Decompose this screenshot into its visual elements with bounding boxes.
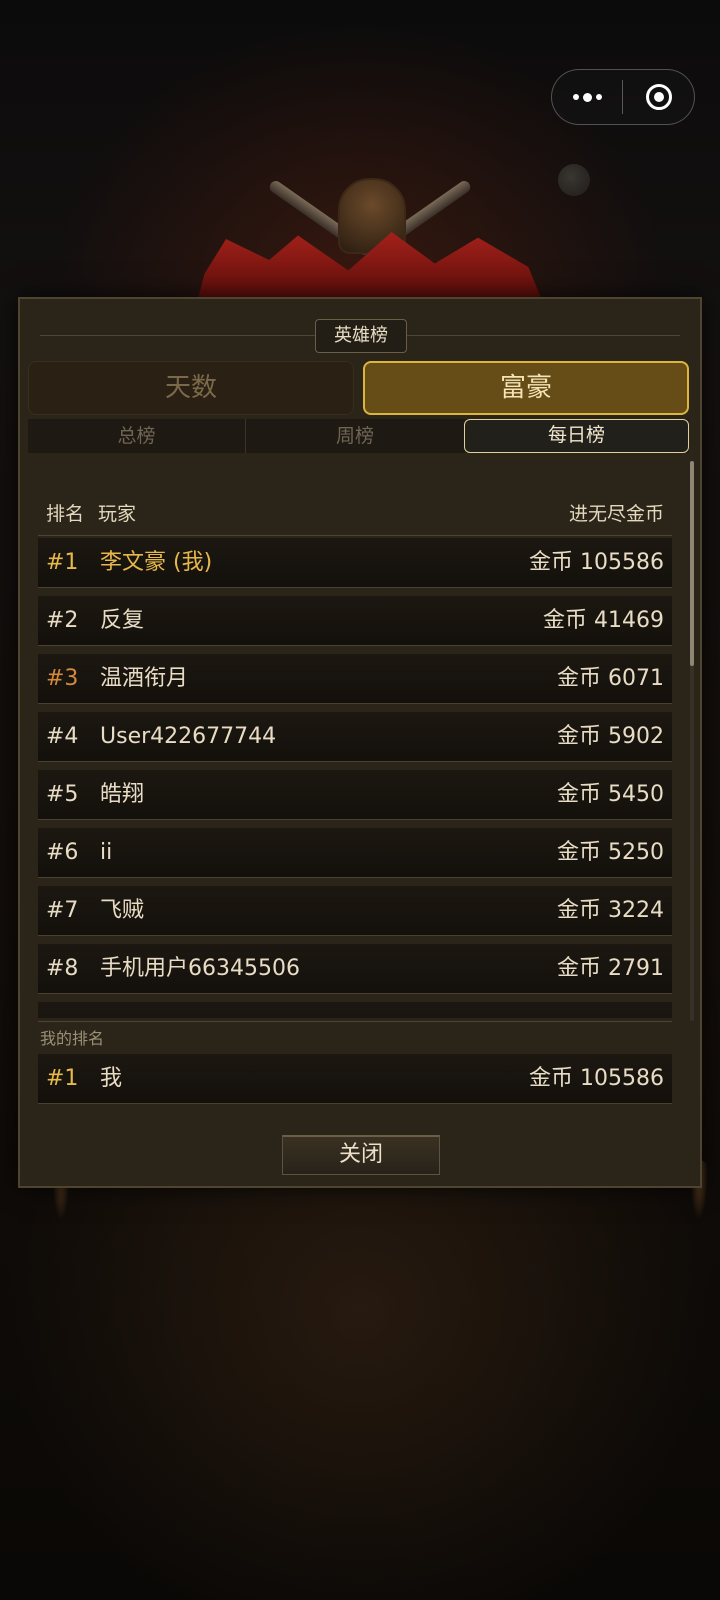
tab-days[interactable]: 天数 [28, 361, 354, 415]
my-rank-number: #1 [46, 1066, 79, 1091]
row-gold: 金币 5450 [557, 782, 664, 807]
row-gold: 金币 41469 [543, 608, 664, 633]
subtab-weekly[interactable]: 周榜 [246, 419, 464, 453]
subtab-total[interactable]: 总榜 [28, 419, 246, 453]
row-player: 反复 [100, 608, 145, 633]
row-player: User422677744 [100, 724, 277, 749]
row-rank: #1 [46, 550, 79, 575]
row-gold: 金币 5250 [557, 840, 664, 865]
header-player: 玩家 [98, 503, 137, 525]
table-row: #2 反复 金币 41469 [38, 596, 672, 646]
table-row: #4 User422677744 金币 5902 [38, 712, 672, 762]
my-rank-player: 我 [100, 1066, 123, 1091]
tab-rich[interactable]: 富豪 [363, 361, 689, 415]
row-rank: #8 [46, 956, 79, 981]
table-row: #7 飞贼 金币 3224 [38, 886, 672, 936]
header-rank: 排名 [46, 503, 85, 525]
miniprogram-capsule [551, 69, 695, 125]
ranking-list[interactable]: #1 李文豪 (我) 金币 105586 #2 反复 金币 41469 #3 温… [38, 538, 672, 1018]
exit-button[interactable] [623, 84, 694, 110]
row-player: 温酒衔月 [100, 666, 189, 691]
row-rank: #5 [46, 782, 79, 807]
scrollbar[interactable] [690, 461, 694, 1021]
row-rank: #2 [46, 608, 79, 633]
my-rank-divider [38, 1021, 672, 1022]
row-gold: 金币 2791 [557, 956, 664, 981]
moon-decoration [558, 164, 590, 196]
my-rank-row: #1 我 金币 105586 [38, 1054, 672, 1104]
more-dots-icon [582, 92, 592, 102]
my-rank-gold: 金币 105586 [529, 1066, 664, 1091]
row-gold: 金币 105586 [529, 550, 664, 575]
target-circle-icon [645, 84, 672, 110]
table-row: #8 手机用户66345506 金币 2791 [38, 944, 672, 994]
row-player: ii [100, 840, 113, 865]
row-rank: #7 [46, 898, 79, 923]
subtab-daily[interactable]: 每日榜 [464, 419, 689, 453]
row-player: 手机用户66345506 [100, 956, 300, 981]
sub-tab-bar: 总榜 周榜 每日榜 [28, 419, 689, 453]
row-rank: #3 [46, 666, 79, 691]
header-gold: 进无尽金币 [568, 503, 664, 525]
scrollbar-thumb[interactable] [690, 461, 694, 666]
leaderboard-dialog: 英雄榜 天数 富豪 总榜 周榜 每日榜 排名 玩家 进无尽金币 #1 李文豪 (… [18, 297, 702, 1188]
game-logo [190, 172, 550, 302]
table-row: #1 李文豪 (我) 金币 105586 [38, 538, 672, 588]
row-rank: #4 [46, 724, 79, 749]
row-gold: 金币 6071 [557, 666, 664, 691]
more-dots-icon [595, 94, 602, 100]
table-row: #5 皓翔 金币 5450 [38, 770, 672, 820]
row-gold: 金币 3224 [557, 898, 664, 923]
row-gold: 金币 5902 [557, 724, 664, 749]
more-dots-icon [572, 94, 579, 100]
more-button[interactable] [552, 70, 622, 124]
row-player: 李文豪 (我) [100, 550, 213, 575]
table-row: #6 ii 金币 5250 [38, 828, 672, 878]
row-player: 皓翔 [100, 782, 145, 807]
table-row: #3 温酒衔月 金币 6071 [38, 654, 672, 704]
close-button[interactable]: 关闭 [282, 1135, 440, 1175]
table-row [38, 1002, 672, 1018]
row-player: 飞贼 [100, 898, 145, 923]
my-rank-label: 我的排名 [40, 1029, 105, 1048]
row-rank: #6 [46, 840, 79, 865]
dialog-title: 英雄榜 [315, 319, 407, 353]
list-header: 排名 玩家 进无尽金币 [38, 499, 672, 536]
